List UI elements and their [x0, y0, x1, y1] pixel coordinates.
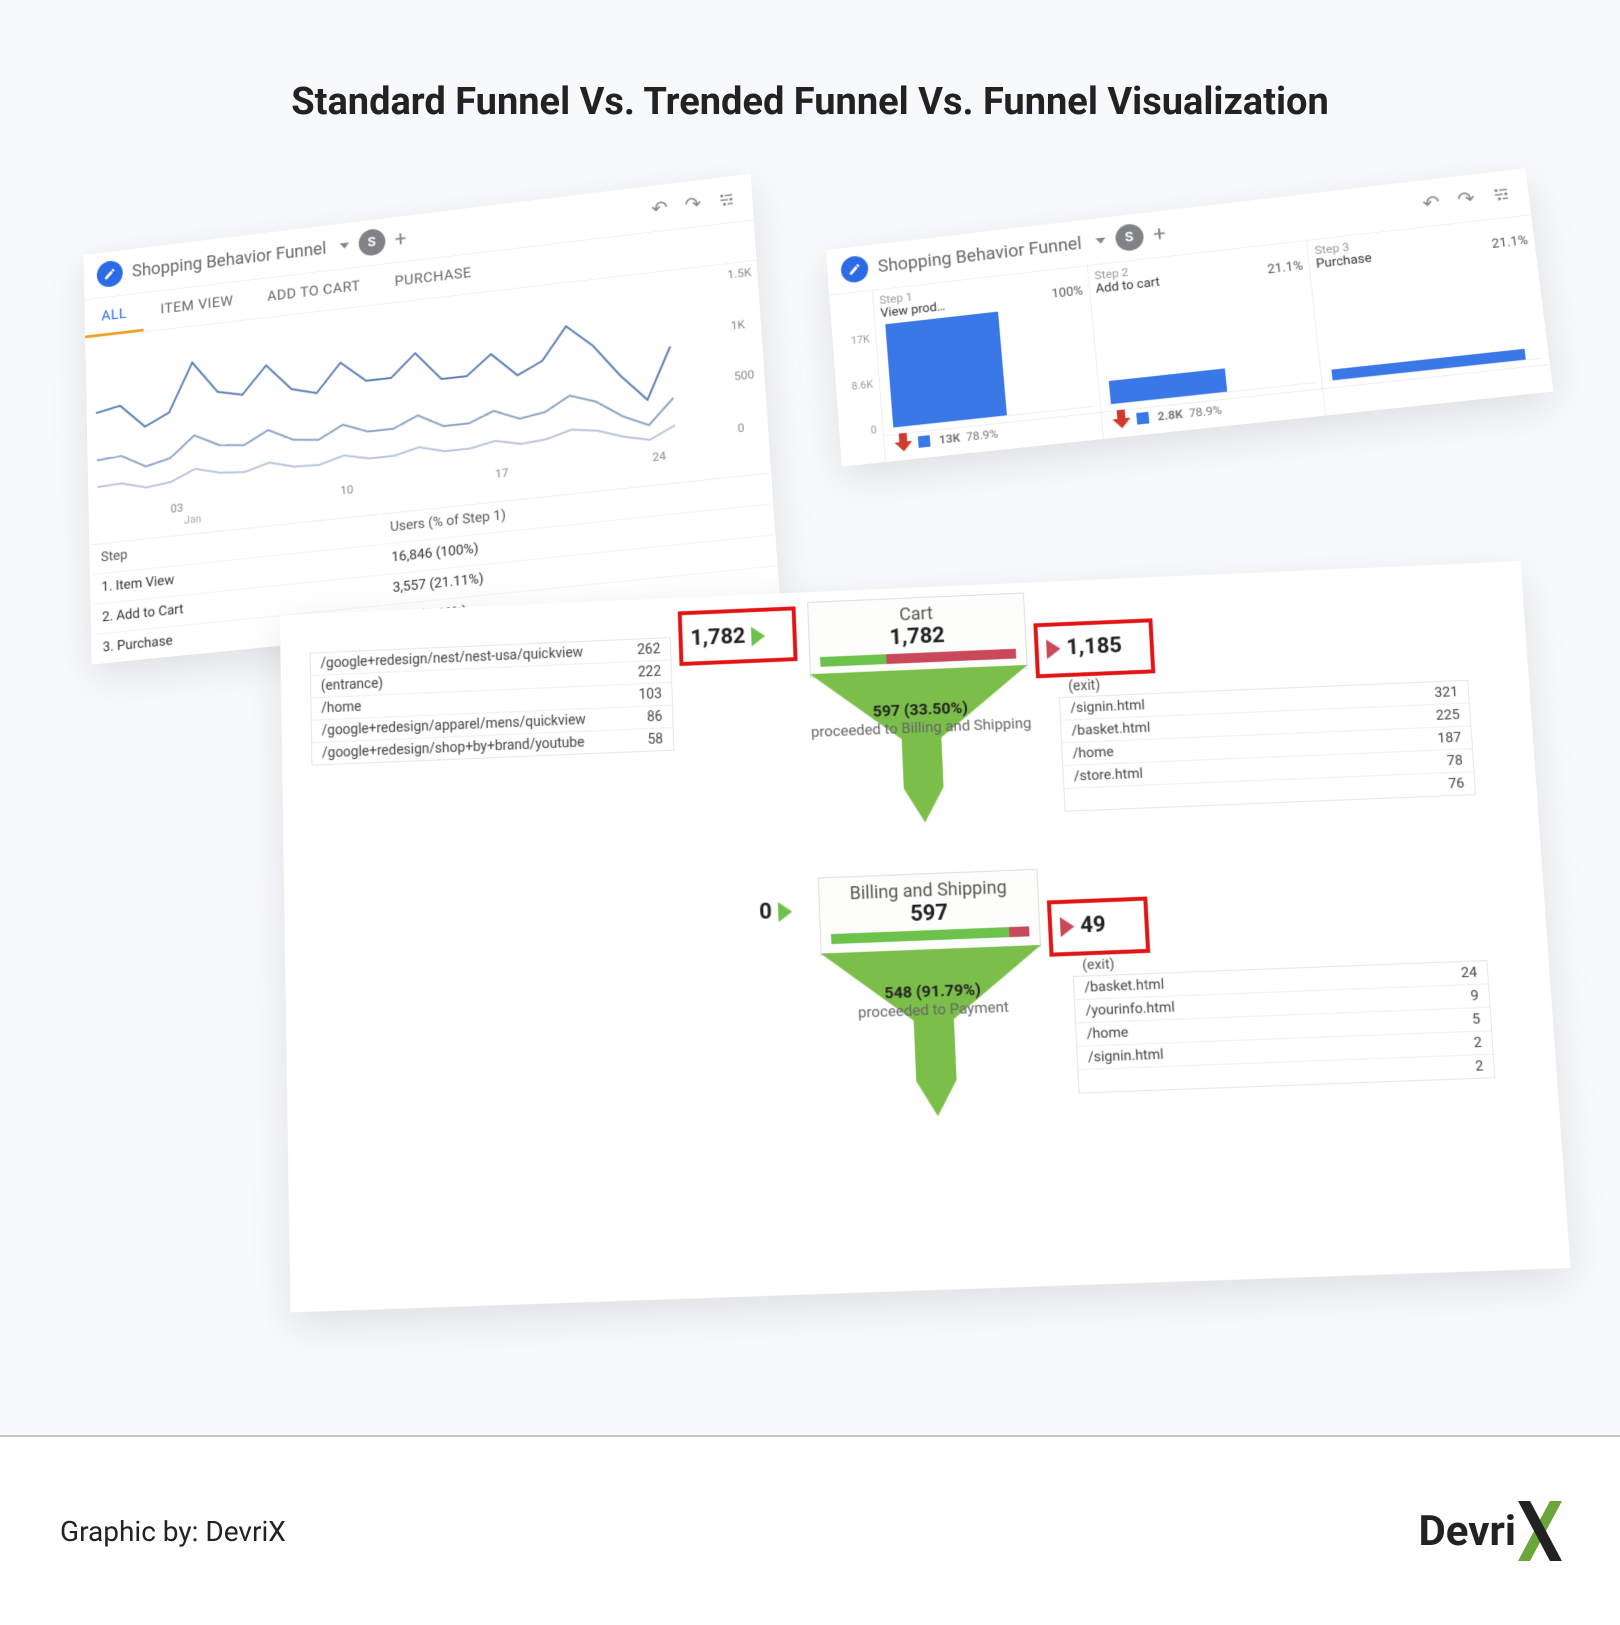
drop-arrow-icon — [894, 432, 913, 455]
add-segment-button[interactable]: + — [394, 227, 407, 252]
step-col-2[interactable]: Step 2 Add to cart 21.1% 2.8K 78.9% — [1087, 241, 1326, 439]
segment-badge[interactable]: S — [358, 228, 386, 257]
ytick: 1.5K — [727, 265, 752, 281]
redo-icon[interactable]: ↷ — [680, 191, 705, 217]
exit-paths-list: /basket.html24 /yourinfo.html9 /home5 /s… — [1073, 960, 1496, 1094]
exit-label: (exit) — [1068, 678, 1101, 695]
logo-x-icon — [1518, 1501, 1560, 1561]
funnel-visualization-panel: /google+redesign/nest/nest-usa/quickview… — [280, 561, 1571, 1312]
list-item[interactable]: /signin.html2 — [1077, 1031, 1493, 1070]
page-title: Standard Funnel Vs. Trended Funnel Vs. F… — [0, 0, 1620, 124]
chevron-down-icon[interactable] — [1095, 237, 1105, 244]
funnel-shape-icon — [821, 945, 1050, 1125]
step-col-3[interactable]: Step 3 Purchase 21.1% — [1306, 215, 1553, 415]
highlight-out-box — [1047, 897, 1150, 957]
edit-icon[interactable] — [840, 255, 869, 284]
xtick: 17 — [495, 466, 510, 494]
list-item[interactable]: /basket.html24 — [1074, 961, 1488, 1000]
settings-sliders-icon[interactable] — [714, 187, 739, 213]
segment-badge[interactable]: S — [1114, 223, 1144, 253]
exit-label: (exit) — [1082, 956, 1115, 973]
footer: Graphic by: DevriX Devri — [0, 1435, 1620, 1625]
logo-text: Devri — [1419, 1507, 1516, 1556]
x-sublabel: Jan — [184, 512, 202, 526]
redo-icon[interactable]: ↷ — [1452, 186, 1480, 212]
tab-all[interactable]: ALL — [84, 293, 144, 338]
xtick: 24 — [652, 449, 667, 477]
highlight-in-box — [678, 606, 798, 666]
list-item[interactable]: /home5 — [1076, 1008, 1491, 1047]
ytick: 0 — [737, 419, 762, 435]
arrow-right-icon — [1060, 916, 1075, 937]
y-axis-ticks: 1.5K 1K 500 0 — [727, 261, 763, 439]
arrow-right-icon — [777, 901, 792, 922]
highlight-out-box — [1033, 618, 1155, 678]
step-pct: 21.1% — [1491, 233, 1529, 252]
settings-sliders-icon[interactable] — [1487, 181, 1515, 207]
stage-card-cart[interactable]: Cart 1,782 — [807, 593, 1027, 679]
trended-funnel-panel: Shopping Behavior Funnel S + ↶ ↷ ALL ITE… — [84, 174, 780, 665]
step-col-1[interactable]: Step 1 View prod… 100% 13K 78.9% — [872, 266, 1103, 462]
stage-card-billing[interactable]: Billing and Shipping 597 — [818, 869, 1041, 956]
ytick: 17K — [836, 333, 870, 349]
exit-paths-list: /signin.html321 /basket.html225 /home187… — [1059, 680, 1476, 812]
undo-icon[interactable]: ↶ — [647, 195, 672, 221]
chevron-down-icon[interactable] — [339, 242, 349, 249]
list-item[interactable]: 2 — [1078, 1055, 1494, 1093]
drop-pct: 78.9% — [966, 427, 999, 444]
proceed-label: 548 (91.79%) proceeded to Payment — [812, 977, 1054, 1024]
step-pct: 21.1% — [1267, 259, 1304, 277]
xtick: 10 — [340, 483, 354, 511]
series-swatch-icon — [1136, 412, 1149, 425]
credit-text: Graphic by: DevriX — [60, 1515, 286, 1548]
edit-icon[interactable] — [97, 260, 123, 289]
standard-funnel-panel: Shopping Behavior Funnel S + ↶ ↷ 17K 8.6… — [826, 168, 1553, 466]
drop-pct: 78.9% — [1188, 403, 1222, 420]
stage2-out-count: 49 — [1060, 912, 1107, 939]
ytick: 1K — [730, 316, 755, 332]
drop-value: 2.8K — [1157, 407, 1184, 423]
drop-arrow-icon — [1111, 409, 1131, 432]
stage: Shopping Behavior Funnel S + ↶ ↷ ALL ITE… — [60, 164, 1560, 1294]
xtick: 03 — [170, 501, 183, 516]
devrix-logo: Devri — [1419, 1501, 1560, 1561]
add-segment-button[interactable]: + — [1152, 221, 1167, 246]
entry-paths-list: /google+redesign/nest/nest-usa/quickview… — [310, 637, 675, 766]
ytick: 8.6K — [840, 378, 874, 394]
ytick: 500 — [734, 367, 759, 383]
stage2-in-count: 0 — [759, 899, 792, 925]
list-item[interactable]: /yourinfo.html9 — [1075, 984, 1490, 1023]
funnel-shape-icon — [810, 665, 1035, 832]
y-axis-ticks: 17K 8.6K 0 — [836, 333, 877, 440]
ytick: 0 — [843, 424, 877, 440]
series-swatch-icon — [918, 435, 931, 448]
step-pct: 100% — [1051, 284, 1084, 302]
undo-icon[interactable]: ↶ — [1417, 190, 1444, 216]
drop-value: 13K — [938, 431, 960, 447]
